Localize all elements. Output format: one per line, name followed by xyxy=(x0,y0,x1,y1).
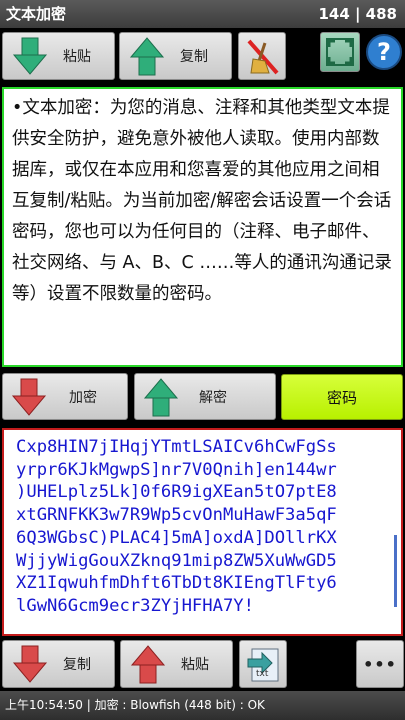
save-txt-button[interactable]: txt xyxy=(239,640,287,688)
encrypt-label: 加密 xyxy=(69,389,97,406)
fullscreen-icon xyxy=(326,38,354,66)
broom-clear-icon xyxy=(247,39,279,75)
copy-button[interactable]: 复制 xyxy=(119,32,232,80)
password-label: 密码 xyxy=(326,388,357,407)
ciphertext-area[interactable]: Cxp8HIN7jIHqjYTmtLSAICv6hCwFgSs yrpr6KJk… xyxy=(2,428,403,636)
copy-label: 复制 xyxy=(180,49,208,65)
paste-label: 粘贴 xyxy=(63,49,91,65)
more-button[interactable]: ••• xyxy=(356,640,404,688)
password-button[interactable]: 密码 xyxy=(281,374,403,420)
decrypt-label: 解密 xyxy=(199,389,227,406)
copy-bottom-button[interactable]: 复制 xyxy=(2,640,115,688)
arrow-up-icon xyxy=(129,37,165,76)
txt-file-icon xyxy=(247,648,279,682)
decrypt-button[interactable]: 解密 xyxy=(134,373,276,420)
help-button[interactable]: ? xyxy=(364,32,404,72)
plaintext-area[interactable]: •文本加密：为您的消息、注释和其他类型文本提供安全防护，避免意外被他人读取。使用… xyxy=(2,87,403,367)
more-icon: ••• xyxy=(363,654,397,674)
char-counter: 144 | 488 xyxy=(318,5,397,23)
paste-bottom-label: 粘贴 xyxy=(181,657,209,673)
arrow-down-icon xyxy=(12,37,48,75)
ciphertext-scrollbar[interactable] xyxy=(394,535,397,607)
app-title: 文本加密 xyxy=(6,5,67,23)
paste-bottom-button[interactable]: 粘贴 xyxy=(120,640,233,688)
fullscreen-button[interactable] xyxy=(320,32,360,72)
arrow-down-red-icon xyxy=(12,645,48,683)
status-bar: 上午10:54:50 | 加密 : Blowfish (448 bit) : O… xyxy=(0,691,405,720)
clear-button[interactable] xyxy=(238,32,286,80)
title-bar: 文本加密 144 | 488 xyxy=(0,0,405,28)
encrypt-button[interactable]: 加密 xyxy=(2,373,128,420)
txt-label: txt xyxy=(256,669,269,679)
copy-bottom-label: 复制 xyxy=(63,657,91,673)
arrow-up-red-icon xyxy=(130,645,166,684)
paste-button[interactable]: 粘贴 xyxy=(2,32,115,80)
svg-text:?: ? xyxy=(377,38,391,66)
arrow-down-red-icon xyxy=(11,378,47,416)
arrow-up-green-icon xyxy=(143,378,179,417)
help-icon: ? xyxy=(366,34,402,70)
